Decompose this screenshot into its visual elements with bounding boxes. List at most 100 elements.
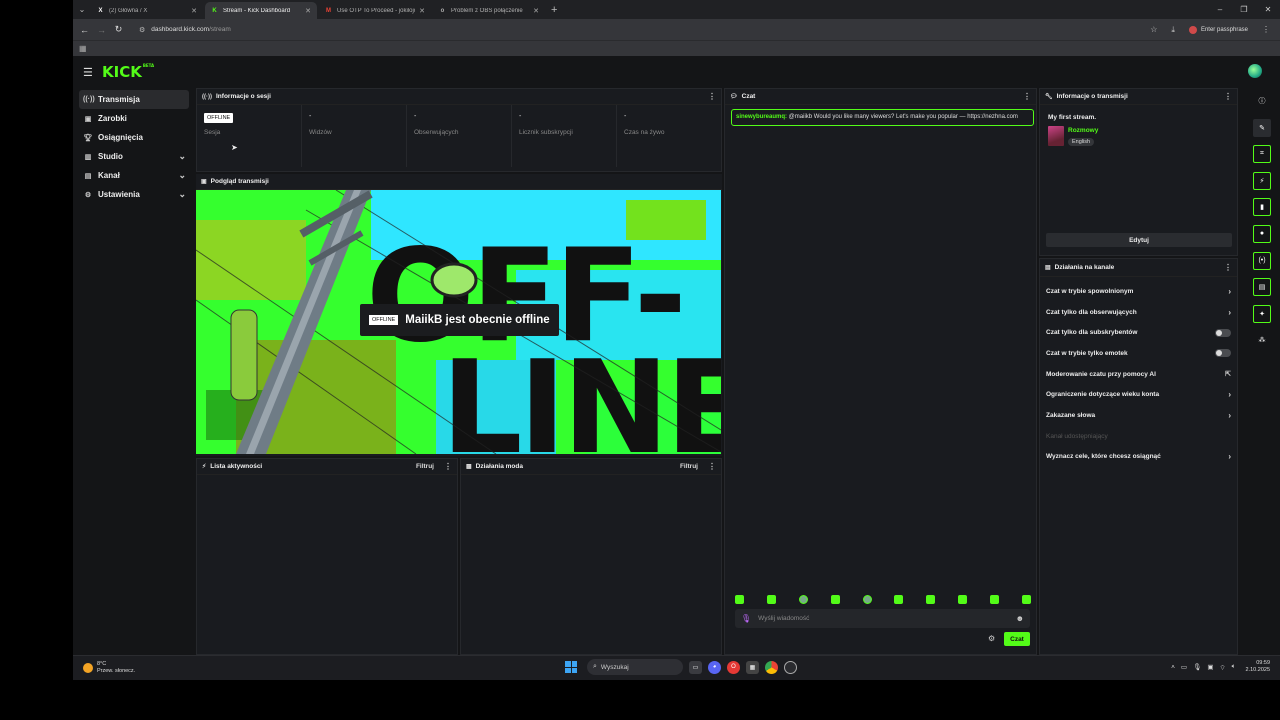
more-options-icon[interactable]: ⋮	[1023, 92, 1031, 101]
sidebar-item-osiagniecia[interactable]: 🏆︎ Osiągnięcia	[79, 128, 189, 147]
taskbar-search[interactable]: ⌕ Wyszukaj	[587, 659, 683, 675]
apps-grid-icon[interactable]: ▦	[79, 44, 87, 53]
x-favicon-icon: X	[98, 7, 103, 14]
profile-passphrase-button[interactable]: Enter passphrase	[1188, 25, 1248, 34]
network-icon[interactable]: ▭	[1181, 663, 1187, 671]
wrench-icon[interactable]: ✦	[1253, 304, 1271, 323]
opera-icon[interactable]: O	[727, 660, 740, 674]
stream-category[interactable]: Rozmowy	[1068, 127, 1098, 134]
clock[interactable]: 09:59 2.10.2025	[1246, 660, 1270, 674]
download-icon[interactable]: ⤓	[1171, 25, 1175, 35]
chevron-up-icon[interactable]: ˄	[1171, 664, 1175, 671]
more-options-icon[interactable]: ⋮	[1224, 263, 1232, 272]
sidebar-item-kanal[interactable]: ▤ Kanał ⌄	[79, 166, 189, 185]
emote-icon[interactable]	[990, 595, 999, 604]
more-options-icon[interactable]: ⋮	[444, 462, 452, 471]
forward-icon[interactable]: →	[93, 25, 110, 35]
minimize-icon[interactable]: –	[1208, 0, 1232, 19]
kick-logo[interactable]: KICKBETA	[102, 63, 154, 81]
info-icon[interactable]: ⓘ	[1253, 92, 1271, 110]
action-ai-moderation[interactable]: Moderowanie czatu przy pomocy AI ⇱	[1040, 364, 1237, 385]
panel-header: ▩ Działania moda Filtruj ⋮	[461, 459, 721, 475]
bolt-icon[interactable]: ⚡︎	[1253, 171, 1271, 190]
chrome-icon[interactable]	[765, 660, 778, 674]
more-options-icon[interactable]: ⋮	[1224, 92, 1232, 101]
emote-icon[interactable]	[798, 595, 808, 604]
offline-banner-image[interactable]: OFF- LINE OFFLINE MaiikB jest obecnie of…	[196, 190, 721, 454]
filter-button[interactable]: Filtruj	[416, 463, 434, 470]
close-icon[interactable]: ✕	[305, 7, 311, 15]
channel-icon: ▤	[84, 172, 92, 180]
broadcast-icon: ((·))	[83, 96, 95, 103]
windows-start-icon[interactable]	[565, 661, 577, 673]
browser-tab[interactable]: M Use OTP To Proceed - jokilojocker ✕	[319, 2, 431, 19]
browser-tab[interactable]: o Problem z OBS połączenie ✕	[433, 2, 545, 19]
action-slow-mode[interactable]: Czat w trybie spowolnionym ›	[1040, 281, 1237, 302]
mic-tray-icon[interactable]: 🎙︎	[1193, 663, 1201, 671]
share-icon[interactable]: ⁂	[1253, 331, 1271, 349]
emoji-icon[interactable]: ☻	[1016, 614, 1024, 623]
emote-icon[interactable]	[830, 595, 840, 604]
new-tab-icon[interactable]: +	[551, 2, 557, 19]
pencil-icon[interactable]: ✎	[1253, 118, 1271, 137]
note-icon[interactable]: ▮	[1253, 198, 1271, 217]
emote-icon[interactable]	[862, 595, 872, 604]
emote-icon[interactable]	[958, 595, 968, 604]
sidebar-item-zarobki[interactable]: ▣ Zarobki	[79, 109, 189, 128]
emote-icon[interactable]	[1021, 595, 1031, 604]
layout-icon[interactable]: ▤	[1253, 278, 1271, 297]
hamburger-menu-icon[interactable]: ☰	[83, 66, 93, 79]
user-avatar[interactable]	[1248, 64, 1262, 78]
close-icon[interactable]: ✕	[533, 7, 539, 15]
app-icon[interactable]: ▦	[746, 660, 759, 674]
close-window-icon[interactable]: ✕	[1256, 0, 1280, 19]
broadcast-icon[interactable]: (•)	[1253, 251, 1271, 270]
sidebar-item-studio[interactable]: ▥ Studio ⌄	[79, 147, 189, 166]
sidebar-item-label: Transmisja	[98, 95, 140, 104]
emote-icon[interactable]	[735, 595, 744, 604]
sidebar-item-ustawienia[interactable]: ⚙ Ustawienia ⌄	[79, 185, 189, 204]
more-options-icon[interactable]: ⋮	[708, 462, 716, 471]
action-followers-only[interactable]: Czat tylko dla obserwujących ›	[1040, 302, 1237, 323]
url-field[interactable]: ⚙ dashboard.kick.com/stream	[133, 22, 1133, 37]
obs-icon[interactable]	[784, 660, 797, 674]
discord-icon[interactable]: ◕	[708, 660, 721, 674]
emote-only-toggle[interactable]	[1215, 349, 1231, 358]
reload-icon[interactable]: ↻	[110, 24, 127, 35]
chat-send-button[interactable]: Czat	[1004, 632, 1030, 646]
site-info-icon[interactable]: ⚙	[139, 26, 145, 34]
emote-icon[interactable]	[926, 595, 936, 604]
monitor-icon[interactable]: ▣	[1207, 663, 1213, 671]
mic-icon[interactable]: 🎙︎	[741, 614, 751, 623]
close-icon[interactable]: ✕	[419, 7, 425, 15]
action-banned-words[interactable]: Zakazane słowa ›	[1040, 405, 1237, 426]
bookmark-star-icon[interactable]: ☆	[1150, 25, 1157, 34]
edit-button[interactable]: Edytuj	[1046, 233, 1232, 247]
chat-bubble-icon[interactable]: ●	[1253, 224, 1271, 243]
browser-tab-active[interactable]: K Stream - Kick Dashboard ✕	[205, 2, 317, 19]
chat-message[interactable]: sinewybureaumq: @maiikb Would you like m…	[731, 109, 1034, 126]
task-view-icon[interactable]: ▭	[689, 660, 702, 674]
scan-icon[interactable]: ⌗	[1253, 145, 1271, 164]
filter-button[interactable]: Filtruj	[680, 463, 698, 470]
emote-icon[interactable]	[766, 595, 776, 604]
browser-tab[interactable]: X (2) Główna / X ✕	[91, 2, 203, 19]
volume-icon[interactable]: 🔈︎	[1232, 663, 1236, 671]
sidebar-item-transmisja[interactable]: ((·)) Transmisja	[79, 90, 189, 109]
more-options-icon[interactable]: ⋮	[708, 92, 716, 101]
wallet-icon: ▣	[84, 115, 92, 123]
menu-icon[interactable]: ⋮	[1262, 25, 1270, 34]
chat-settings-gear-icon[interactable]: ⚙	[988, 634, 995, 643]
tab-search-icon[interactable]: ⌄	[73, 0, 91, 19]
back-icon[interactable]: ←	[76, 25, 93, 35]
weather-widget[interactable]: 8°C Przew. słonecz.	[83, 661, 135, 675]
action-set-goals[interactable]: Wyznacz cele, które chcesz osiągnąć ›	[1040, 447, 1237, 468]
subscribers-only-toggle[interactable]	[1215, 328, 1231, 337]
close-icon[interactable]: ✕	[191, 7, 197, 15]
action-account-age[interactable]: Ograniczenie dotyczące wieku konta ›	[1040, 384, 1237, 405]
chat-username[interactable]: sinewybureaumq:	[736, 114, 787, 120]
wifi-icon[interactable]: ⌔	[1220, 663, 1226, 672]
chat-input[interactable]: 🎙︎ Wyślij wiadomość ☻	[735, 609, 1030, 628]
emote-icon[interactable]	[894, 595, 904, 604]
maximize-icon[interactable]: ❐	[1232, 0, 1256, 19]
